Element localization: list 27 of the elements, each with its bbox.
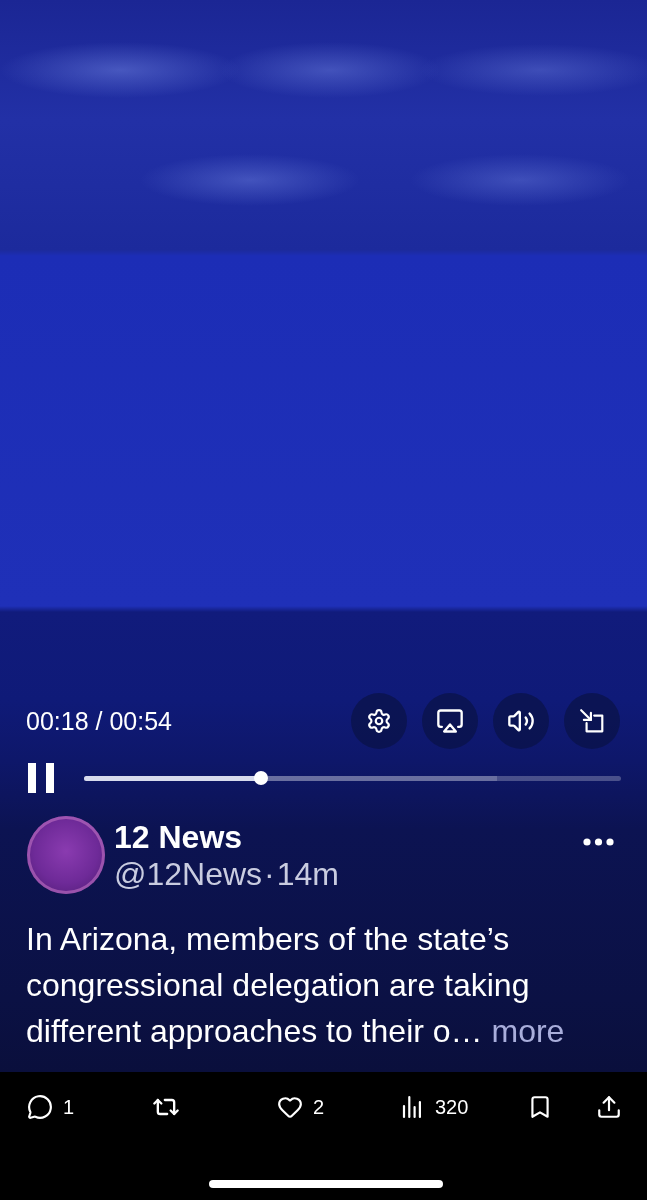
minimize-button[interactable] (564, 693, 620, 749)
seek-track[interactable] (84, 775, 621, 781)
arrow-into-box-icon (579, 708, 605, 734)
post-time: 14m (276, 855, 339, 893)
bar-chart-icon (402, 1095, 422, 1119)
post-text: In Arizona, members of the state’s congressional delegation are taking different approaches to their o… more (25, 920, 566, 1051)
more-link[interactable]: more (491, 1013, 565, 1049)
more-dots-icon (583, 838, 614, 846)
gear-icon (366, 708, 392, 734)
speech-bubble-icon (27, 1094, 53, 1120)
author-name[interactable]: 12 News (114, 819, 243, 855)
volume-button[interactable] (493, 693, 549, 749)
share-button[interactable] (596, 1094, 622, 1120)
seek-thumb[interactable] (254, 771, 269, 785)
video-time: 00:18 / 00:54 (26, 706, 173, 736)
pause-button[interactable] (28, 763, 54, 793)
screen-cast-button[interactable] (422, 693, 478, 749)
settings-button[interactable] (351, 693, 407, 749)
separator-dot: · (264, 855, 275, 893)
heart-icon (277, 1094, 303, 1120)
reply-button[interactable]: 1 (27, 1094, 75, 1120)
screen-triangle-icon (436, 707, 464, 735)
pause-icon (28, 763, 54, 793)
author-handle: @12News (114, 855, 263, 893)
like-button[interactable]: 2 (277, 1094, 325, 1120)
views-button[interactable]: 320 (402, 1095, 469, 1119)
more-options-button[interactable] (583, 838, 614, 846)
